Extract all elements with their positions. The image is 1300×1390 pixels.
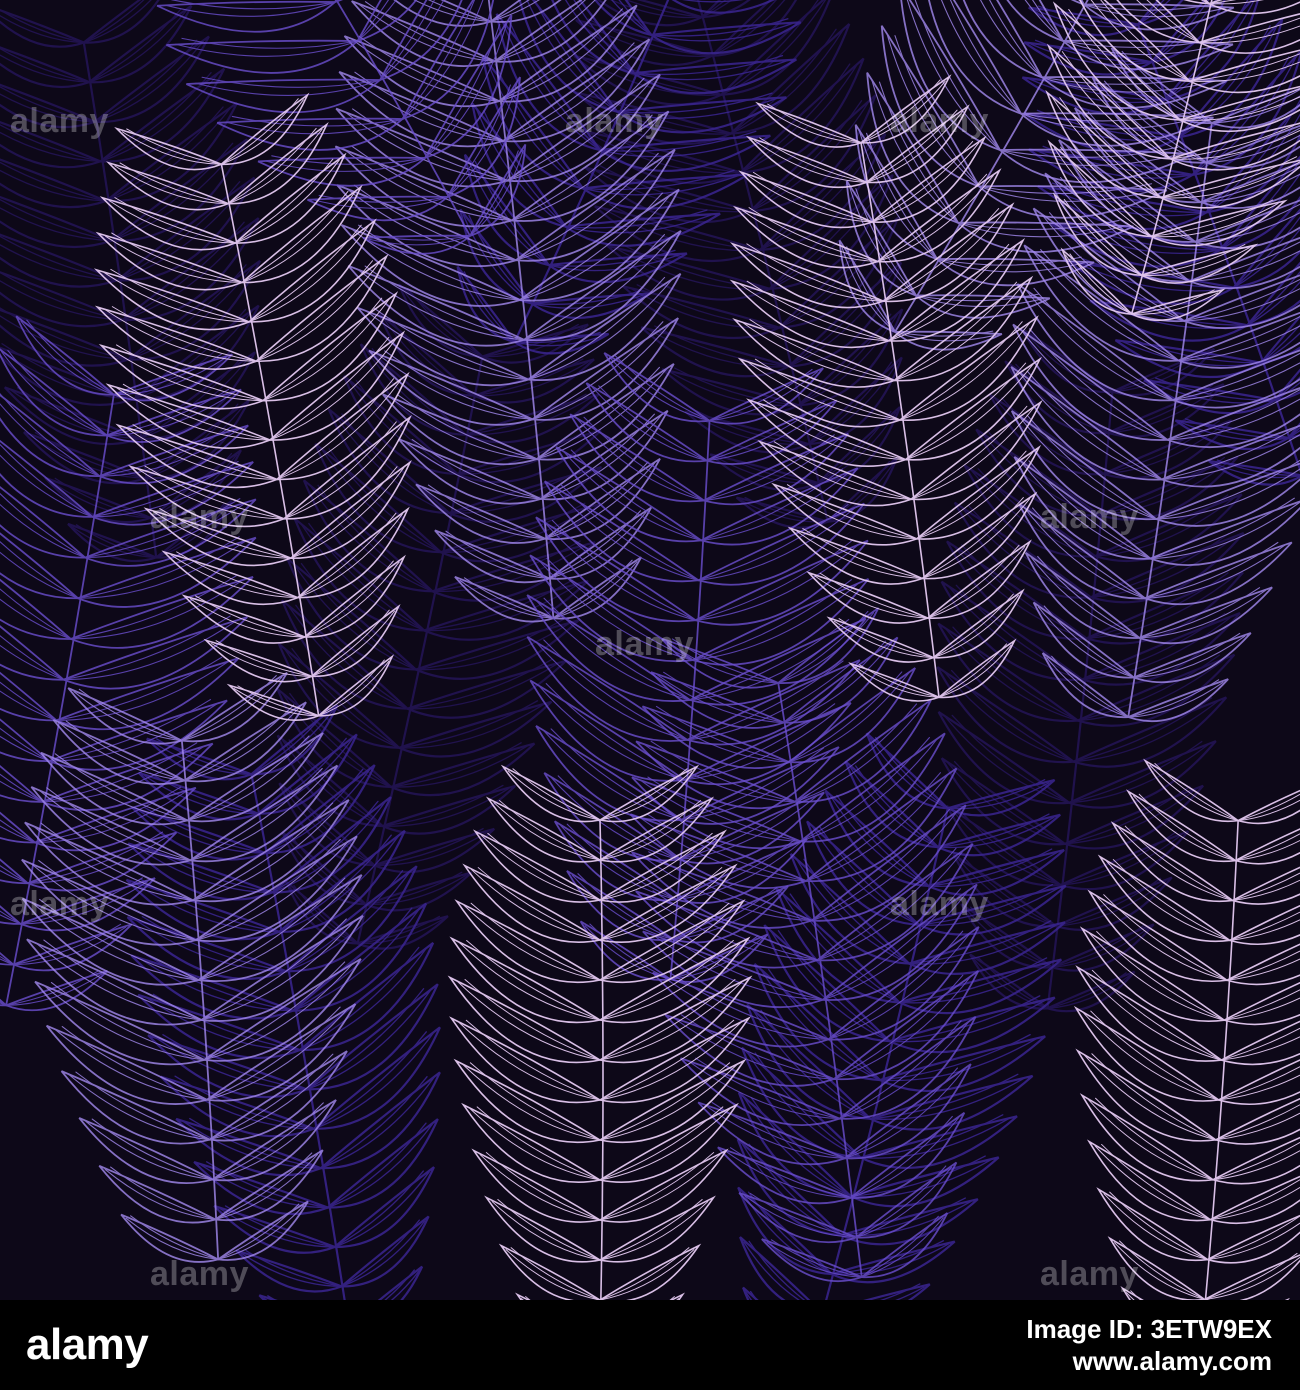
fern-frond [93,92,412,722]
stock-footer-bar: alamy Image ID: 3ETW9EX www.alamy.com [0,1300,1300,1390]
site-url-text[interactable]: www.alamy.com [1026,1345,1272,1378]
image-id-text: Image ID: 3ETW9EX [1026,1313,1272,1344]
stock-image-page: alamy alamy alamy alamy alamy alamy alam… [0,0,1300,1390]
fern-pattern-artwork: alamy alamy alamy alamy alamy alamy alam… [0,0,1300,1300]
image-id-block: Image ID: 3ETW9EX www.alamy.com [1026,1313,1272,1378]
fern-frond [156,0,527,255]
alamy-logo[interactable]: alamy [26,1320,149,1370]
fern-pattern-svg [0,0,1300,1300]
